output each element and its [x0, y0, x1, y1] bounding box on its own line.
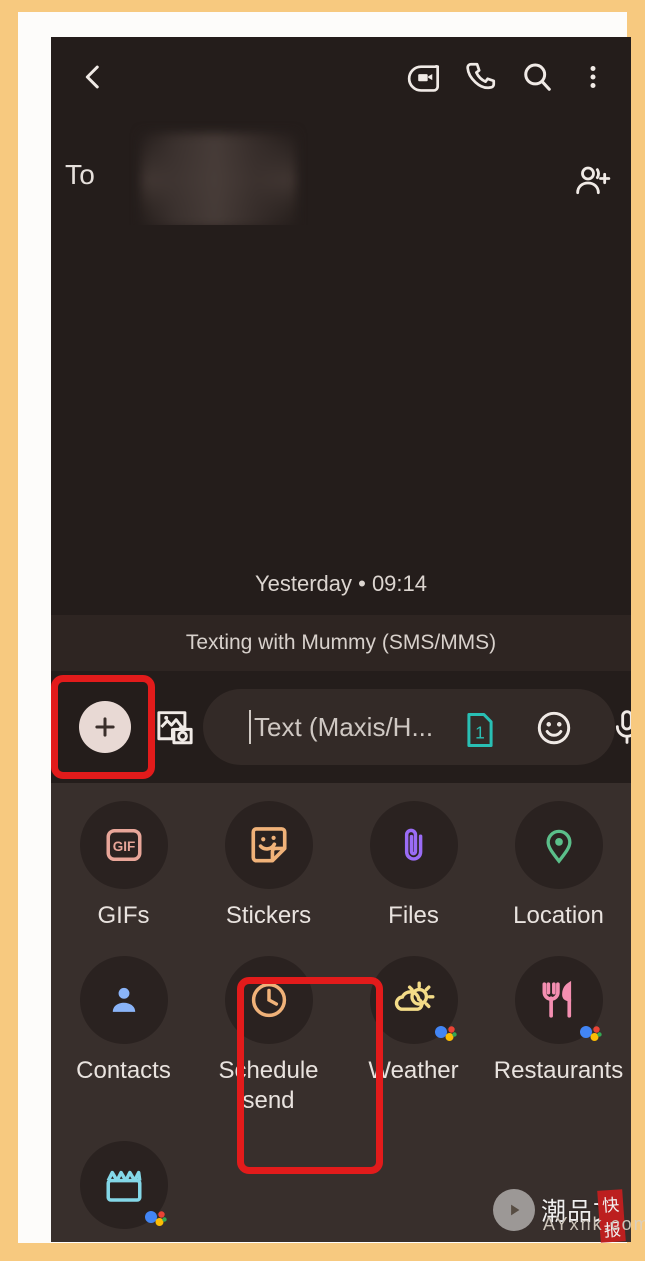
tray-label: Restaurants	[493, 1057, 624, 1085]
google-assistant-badge	[144, 1210, 167, 1226]
watermark-text-group: 潮品文 快报 AYxnk.com	[541, 1189, 645, 1243]
google-assistant-badge	[579, 1026, 602, 1042]
restaurant-icon[interactable]	[514, 956, 603, 1045]
text-cursor	[249, 710, 251, 744]
weather-sun-icon[interactable]	[369, 956, 458, 1045]
phone-call-icon[interactable]	[453, 49, 509, 105]
tray-label: Schedule send	[218, 1057, 319, 1114]
message-input-field[interactable]: Text (Maxis/H... 1	[203, 689, 631, 765]
tray-item-schedule-send[interactable]: Schedule send	[196, 956, 341, 1115]
tray-item-gifs[interactable]: GIF GIFs	[51, 801, 196, 930]
watermark: 潮品文 快报 AYxnk.com	[422, 1177, 645, 1243]
search-icon[interactable]	[509, 49, 565, 105]
recipient-name-blurred	[141, 133, 296, 228]
back-arrow-icon[interactable]	[65, 49, 121, 105]
sim-card-icon[interactable]: 1	[461, 709, 499, 756]
tray-item-files[interactable]: Files	[341, 801, 486, 930]
paperclip-icon[interactable]	[369, 801, 458, 889]
location-pin-icon[interactable]	[514, 801, 603, 889]
tray-item-movies[interactable]	[51, 1140, 196, 1241]
google-assistant-badge	[434, 1026, 457, 1042]
tray-item-restaurants[interactable]: Restaurants	[486, 956, 631, 1115]
sticker-icon[interactable]	[224, 801, 313, 889]
recipient-row[interactable]: To	[51, 133, 631, 228]
tray-label: Files	[388, 902, 439, 929]
svg-text:GIF: GIF	[112, 839, 135, 854]
tray-label: Location	[513, 902, 604, 929]
tray-item-stickers[interactable]: Stickers	[196, 801, 341, 930]
clock-icon[interactable]	[224, 956, 313, 1045]
tray-label: Stickers	[225, 902, 312, 929]
conversation-timestamp: Yesterday • 09:14	[254, 571, 427, 596]
message-list[interactable]	[51, 225, 631, 611]
more-vert-icon[interactable]	[565, 49, 621, 105]
gallery-camera-icon[interactable]	[151, 703, 199, 751]
tray-item-contacts[interactable]: Contacts	[51, 956, 196, 1115]
gif-icon[interactable]: GIF	[79, 801, 168, 889]
emoji-smiley-icon[interactable]	[533, 707, 575, 754]
tray-label: Contacts	[76, 1057, 171, 1085]
add-people-icon[interactable]	[567, 155, 619, 207]
to-label: To	[65, 159, 96, 190]
video-call-icon[interactable]	[397, 49, 453, 105]
contact-person-icon[interactable]	[79, 956, 168, 1045]
app-bar	[51, 37, 631, 117]
white-photo-frame: To Yesterday • 09:14 Texting with Mummy …	[18, 12, 645, 1243]
tray-label: Weather	[368, 1057, 459, 1085]
movie-clapperboard-icon[interactable]	[79, 1140, 168, 1229]
tray-row: Contacts Schedule send Weather Restauran…	[51, 956, 631, 1115]
sms-mms-banner: Texting with Mummy (SMS/MMS)	[51, 615, 631, 671]
sim-badge-number: 1	[475, 723, 485, 743]
outer-orange-border: To Yesterday • 09:14 Texting with Mummy …	[0, 0, 645, 1261]
tray-label: GIFs	[97, 902, 150, 929]
watermark-url: AYxnk.com	[542, 1214, 645, 1234]
tray-row: GIF GIFs Stickers Files Location	[51, 801, 631, 930]
message-input-placeholder: Text (Maxis/H...	[254, 711, 434, 742]
sms-mms-banner-text: Texting with Mummy (SMS/MMS)	[185, 631, 497, 654]
compose-bar: Text (Maxis/H... 1	[51, 671, 631, 783]
attachment-tray: GIF GIFs Stickers Files Location Contact…	[51, 783, 631, 1242]
phone-screenshot: To Yesterday • 09:14 Texting with Mummy …	[51, 37, 631, 1242]
tray-item-weather[interactable]: Weather	[341, 956, 486, 1115]
tray-item-location[interactable]: Location	[486, 801, 631, 930]
plus-icon[interactable]	[79, 701, 131, 753]
microphone-icon[interactable]	[607, 705, 631, 756]
play-icon	[492, 1189, 535, 1231]
